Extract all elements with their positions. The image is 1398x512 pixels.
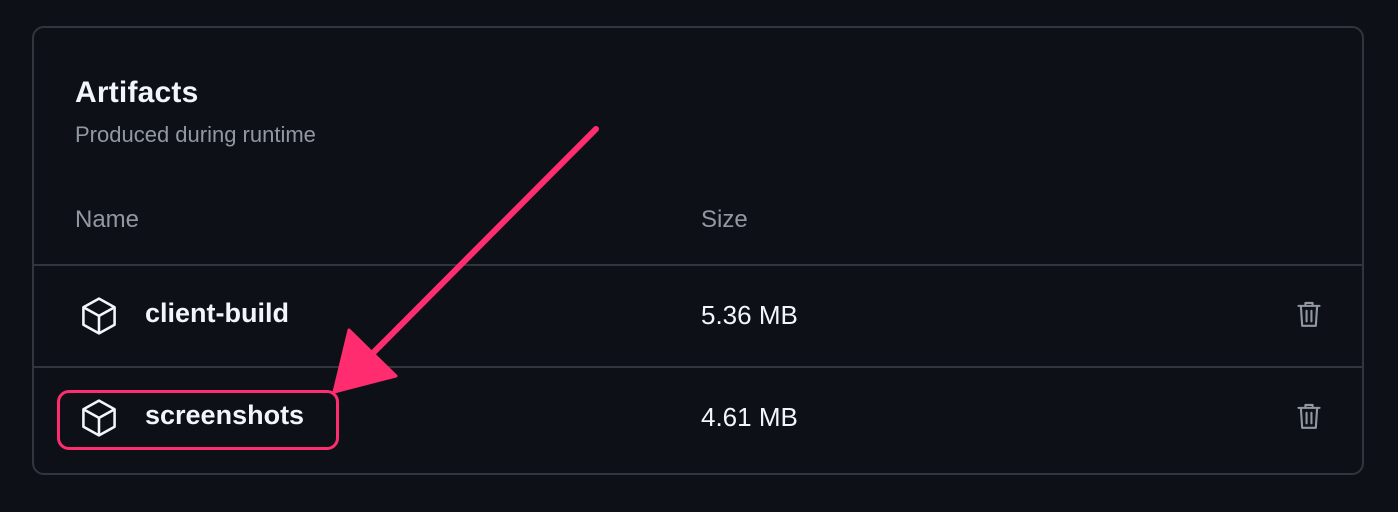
column-header-size: Size [701,206,748,233]
panel-title: Artifacts [75,76,199,109]
artifact-link-screenshots[interactable]: screenshots [145,400,304,431]
trash-icon [1297,403,1321,429]
artifacts-panel: Artifacts Produced during runtime Name S… [32,26,1364,475]
column-header-name: Name [75,206,140,233]
artifact-size: 4.61 MB [701,402,798,432]
artifact-size: 5.36 MB [701,300,798,330]
trash-icon [1297,301,1321,327]
artifact-row: screenshots 4.61 MB [34,366,1362,468]
artifact-link-client-build[interactable]: client-build [145,298,289,329]
delete-artifact-button[interactable] [1289,396,1329,436]
package-icon [82,399,116,437]
package-icon [82,297,116,335]
artifact-row: client-build 5.36 MB [34,264,1362,366]
screenshot-stage: Artifacts Produced during runtime Name S… [0,0,1398,512]
delete-artifact-button[interactable] [1289,294,1329,334]
panel-subtitle: Produced during runtime [75,122,316,147]
